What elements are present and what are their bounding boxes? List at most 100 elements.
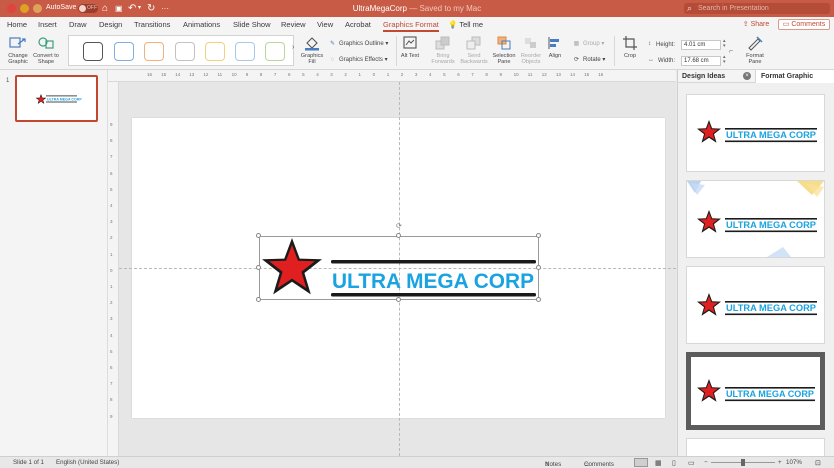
reading-view-icon[interactable]: ▯ bbox=[672, 459, 676, 467]
convert-to-shape-button[interactable]: Convert to Shape bbox=[32, 35, 60, 65]
minimize-window-icon[interactable] bbox=[20, 4, 29, 13]
zoom-out-icon[interactable]: − bbox=[704, 459, 708, 466]
graphics-fill-button[interactable]: Graphics Fill bbox=[298, 35, 326, 65]
share-button[interactable]: ⇪ Share bbox=[740, 19, 772, 30]
normal-view-icon[interactable] bbox=[634, 458, 648, 467]
ruler-tick-label: 8 bbox=[259, 72, 263, 77]
resize-handle-top-left[interactable] bbox=[256, 233, 261, 238]
reorder-objects-button[interactable]: Reorder Objects bbox=[518, 35, 544, 65]
tell-me-label: Tell me bbox=[459, 20, 484, 29]
style-swatch-orange[interactable] bbox=[144, 42, 164, 61]
resize-handle-bottom-right[interactable] bbox=[536, 297, 541, 302]
design-idea-logo-text: ULTRA MEGA CORP bbox=[726, 389, 814, 399]
ruler-tick-label: 6 bbox=[288, 72, 291, 77]
design-idea-4[interactable]: ULTRA MEGA CORP bbox=[686, 352, 825, 430]
comments-status-label: Comments bbox=[584, 461, 614, 468]
design-idea-1[interactable]: ULTRA MEGA CORP bbox=[686, 94, 825, 172]
change-graphic-button[interactable]: Change Graphic bbox=[2, 35, 34, 65]
alt-text-button[interactable]: Alt Text bbox=[398, 35, 422, 59]
slide-thumbnail[interactable]: ULTRA MEGA CORP bbox=[15, 75, 98, 122]
tell-me-search[interactable]: 💡 Tell me bbox=[448, 20, 483, 29]
selection-pane-button[interactable]: Selection Pane bbox=[490, 35, 518, 65]
tab-review[interactable]: Review bbox=[281, 20, 306, 29]
design-idea-2[interactable]: ULTRA MEGA CORP bbox=[686, 180, 825, 258]
redo-icon[interactable]: ↻ bbox=[147, 2, 155, 15]
bring-forward-button[interactable]: Bring Forwards bbox=[428, 35, 458, 65]
tab-acrobat[interactable]: Acrobat bbox=[345, 20, 371, 29]
save-icon[interactable]: ▣ bbox=[115, 2, 123, 15]
undo-icon[interactable]: ↶ bbox=[128, 2, 136, 15]
ruler-tick-label: 6 bbox=[457, 72, 460, 77]
style-swatch-green[interactable] bbox=[265, 42, 285, 61]
tab-draw[interactable]: Draw bbox=[69, 20, 87, 29]
crop-button[interactable]: Crop bbox=[618, 35, 642, 59]
autosave-toggle[interactable]: OFF bbox=[78, 4, 98, 13]
lock-aspect-icon[interactable]: ⌐ bbox=[729, 48, 733, 55]
close-window-icon[interactable] bbox=[7, 4, 16, 13]
format-pane-button[interactable]: Format Pane bbox=[740, 35, 770, 65]
tab-graphics-format[interactable]: Graphics Format bbox=[383, 20, 439, 32]
tab-view[interactable]: View bbox=[317, 20, 333, 29]
height-field[interactable]: 4.01 cm bbox=[681, 40, 721, 50]
selection-bounding-box[interactable] bbox=[259, 236, 539, 300]
zoom-in-icon[interactable]: + bbox=[778, 459, 782, 466]
tab-format-graphic[interactable]: Format Graphic bbox=[761, 73, 813, 80]
style-swatch-lightblue[interactable] bbox=[235, 42, 255, 61]
design-idea-3[interactable]: ULTRA MEGA CORP bbox=[686, 266, 825, 344]
resize-handle-bottom-left[interactable] bbox=[256, 297, 261, 302]
undo-dropdown-icon[interactable]: ▾ bbox=[138, 2, 141, 15]
graphics-effects-button[interactable]: ◌ Graphics Effects ▾ bbox=[328, 56, 388, 63]
width-field[interactable]: 17.68 cm bbox=[681, 56, 721, 66]
search-input[interactable]: Search in Presentation bbox=[684, 3, 830, 14]
design-idea-5[interactable] bbox=[686, 438, 825, 456]
height-stepper[interactable]: ▴ ▾ bbox=[723, 39, 726, 49]
graphics-outline-button[interactable]: ✎ Graphics Outline ▾ bbox=[328, 40, 388, 47]
zoom-level[interactable]: 107% bbox=[786, 459, 802, 466]
width-stepper[interactable]: ▴ ▾ bbox=[723, 55, 726, 65]
tab-home[interactable]: Home bbox=[7, 20, 27, 29]
tab-design[interactable]: Design bbox=[99, 20, 122, 29]
tab-animations[interactable]: Animations bbox=[183, 20, 220, 29]
slideshow-view-icon[interactable]: ▭ bbox=[688, 459, 695, 467]
group-button[interactable]: ▦ Group ▾ bbox=[572, 40, 605, 47]
fit-to-window-icon[interactable]: ⊡ bbox=[815, 459, 821, 467]
language-indicator[interactable]: English (United States) bbox=[56, 459, 119, 466]
home-icon[interactable]: ⌂ bbox=[102, 2, 108, 15]
align-button[interactable]: Align bbox=[544, 35, 566, 59]
comments-button[interactable]: ▭ Comments bbox=[778, 19, 830, 30]
send-backward-button[interactable]: Send Backwards bbox=[458, 35, 490, 65]
resize-handle-left[interactable] bbox=[256, 265, 261, 270]
ribbon-graphics-format: Change Graphic Convert to Shape › Graphi… bbox=[0, 32, 834, 70]
style-swatch-dark[interactable] bbox=[83, 42, 103, 61]
tab-insert[interactable]: Insert bbox=[38, 20, 57, 29]
slide-thumbnail-logo-text: ULTRA MEGA CORP bbox=[47, 98, 82, 102]
tab-design-ideas[interactable]: Design Ideas bbox=[682, 73, 725, 80]
resize-handle-right[interactable] bbox=[536, 265, 541, 270]
notes-label: Notes bbox=[545, 461, 562, 468]
ruler-tick-label: 3 bbox=[110, 219, 113, 225]
ruler-tick-label: 16 bbox=[147, 72, 153, 77]
slide-sorter-icon[interactable]: ▦ bbox=[655, 459, 662, 467]
resize-handle-top[interactable] bbox=[396, 233, 401, 238]
style-swatch-yellow[interactable] bbox=[205, 42, 225, 61]
gallery-more-icon[interactable]: › bbox=[292, 44, 294, 51]
resize-handle-top-right[interactable] bbox=[536, 233, 541, 238]
tab-slide-show[interactable]: Slide Show bbox=[233, 20, 271, 29]
graphics-styles-gallery[interactable] bbox=[68, 35, 294, 66]
ruler-tick-label: 1 bbox=[110, 284, 113, 289]
ruler-tick-label: 5 bbox=[443, 72, 446, 77]
style-swatch-gray[interactable] bbox=[175, 42, 195, 61]
resize-handle-bottom[interactable] bbox=[396, 297, 401, 302]
close-pane-icon[interactable]: × bbox=[743, 72, 751, 80]
comments-label: Comments bbox=[791, 21, 826, 28]
rotate-button[interactable]: ⟳ Rotate ▾ bbox=[572, 56, 605, 63]
zoom-slider-handle[interactable] bbox=[741, 459, 745, 466]
zoom-window-icon[interactable] bbox=[33, 4, 42, 13]
rotate-handle-icon[interactable]: ⟳ bbox=[396, 222, 402, 230]
style-swatch-blue[interactable] bbox=[114, 42, 134, 61]
customize-toolbar-icon[interactable]: ··· bbox=[161, 2, 169, 15]
pen-icon: ✎ bbox=[329, 41, 336, 47]
slide-count: Slide 1 of 1 bbox=[13, 459, 44, 466]
tab-transitions[interactable]: Transitions bbox=[134, 20, 170, 29]
ruler-tick-label: 1 bbox=[386, 72, 390, 77]
